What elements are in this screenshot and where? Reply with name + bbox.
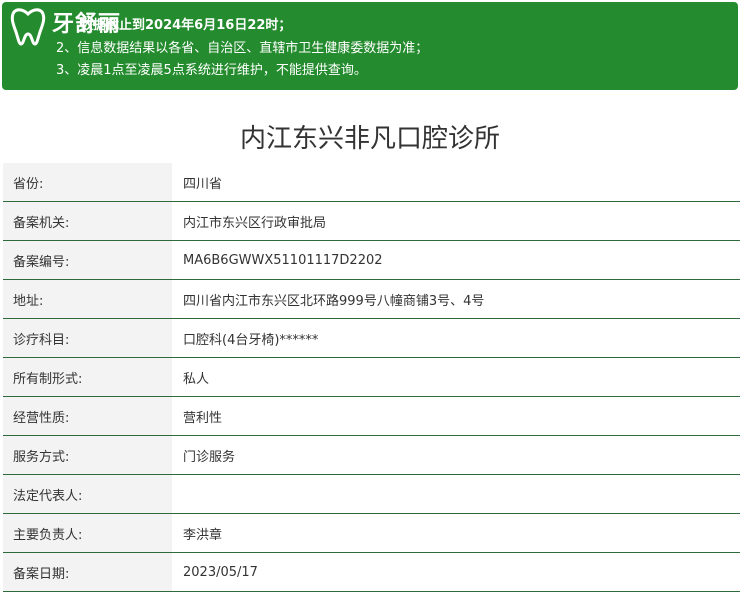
row-value: 李洪章 <box>172 513 740 553</box>
row-value: 门诊服务 <box>172 435 740 475</box>
row-value: 口腔科(4台牙椅)****** <box>172 318 740 358</box>
row-value <box>172 474 740 514</box>
table-row: 经营性质: 营利性 <box>3 396 740 436</box>
table-row: 所有制形式: 私人 <box>3 357 740 397</box>
table-row: 备案日期: 2023/05/17 <box>3 552 740 592</box>
row-value: 2023/05/17 <box>172 552 740 592</box>
table-row: 主要负责人: 李洪章 <box>3 513 740 553</box>
table-row: 诊疗科目: 口腔科(4台牙椅)****** <box>3 318 740 358</box>
row-label: 备案编号: <box>3 240 172 280</box>
tooth-logo-icon <box>10 8 46 46</box>
table-row: 备案编号: MA6B6GWWX51101117D2202 <box>3 240 740 280</box>
row-value: 四川省内江市东兴区北环路999号八幢商铺3号、4号 <box>172 279 740 319</box>
notice-line-1: 数据截止到2024年6月16日22时； <box>80 18 292 33</box>
row-label: 备案日期: <box>3 552 172 592</box>
row-label: 地址: <box>3 279 172 319</box>
row-label: 服务方式: <box>3 435 172 475</box>
row-value: 四川省 <box>172 163 740 202</box>
row-label: 省份: <box>3 163 172 202</box>
notice-line-2: 2、信息数据结果以各省、自治区、直辖市卫生健康委数据为准； <box>56 41 429 56</box>
row-label: 诊疗科目: <box>3 318 172 358</box>
row-label: 经营性质: <box>3 396 172 436</box>
table-row: 地址: 四川省内江市东兴区北环路999号八幢商铺3号、4号 <box>3 279 740 319</box>
row-label: 法定代表人: <box>3 474 172 514</box>
row-value: MA6B6GWWX51101117D2202 <box>172 240 740 280</box>
table-row: 法定代表人: <box>3 474 740 514</box>
row-label: 主要负责人: <box>3 513 172 553</box>
table-row: 服务方式: 门诊服务 <box>3 435 740 475</box>
notice-banner: 牙舒丽 数据截止到2024年6月16日22时； 2、信息数据结果以各省、自治区、… <box>2 2 738 90</box>
row-value: 内江市东兴区行政审批局 <box>172 201 740 241</box>
info-table: 省份: 四川省 备案机关: 内江市东兴区行政审批局 备案编号: MA6B6GWWX5110… <box>3 163 740 592</box>
row-value: 私人 <box>172 357 740 397</box>
row-label: 所有制形式: <box>3 357 172 397</box>
page-title: 内江东兴非凡口腔诊所 <box>239 124 500 154</box>
table-row: 备案机关: 内江市东兴区行政审批局 <box>3 201 740 241</box>
row-label: 备案机关: <box>3 201 172 241</box>
table-row: 省份: 四川省 <box>3 163 740 202</box>
row-value: 营利性 <box>172 396 740 436</box>
notice-line-3: 3、凌晨1点至凌晨5点系统进行维护，不能提供查询。 <box>56 63 367 78</box>
